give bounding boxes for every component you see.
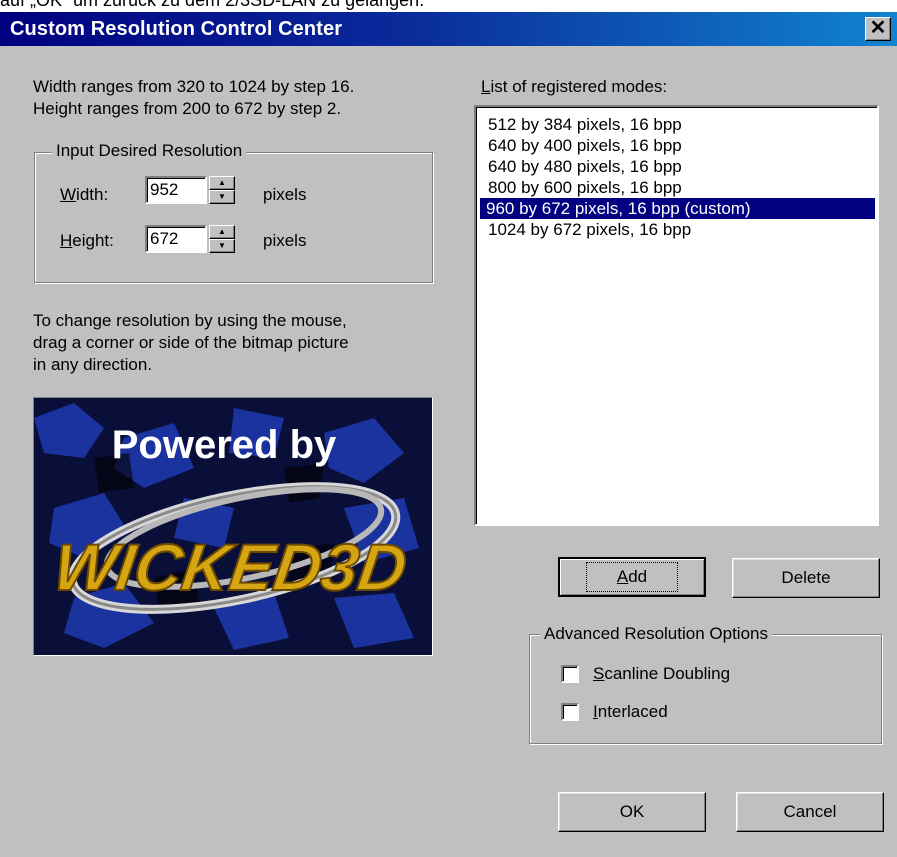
list-item[interactable]: 640 by 400 pixels, 16 bpp (482, 135, 682, 156)
scanline-doubling-checkbox[interactable] (561, 665, 579, 683)
interlaced-checkbox[interactable] (561, 703, 579, 721)
height-decrement-button[interactable]: ▼ (209, 239, 235, 253)
wicked3d-logo-image: Powered by WICKED3D (34, 398, 432, 655)
resolution-bitmap-picture[interactable]: Powered by WICKED3D (33, 397, 433, 656)
powered-by-text: Powered by (112, 423, 337, 467)
width-input[interactable]: 952 (145, 176, 207, 204)
window-title: Custom Resolution Control Center (10, 18, 343, 40)
instruction-line-3: in any direction. (33, 355, 153, 374)
instruction-line-1: To change resolution by using the mouse, (33, 311, 347, 330)
modes-list-label: List of registered modes: (481, 77, 668, 96)
list-item[interactable]: 1024 by 672 pixels, 16 bpp (482, 219, 691, 240)
height-input[interactable]: 672 (145, 225, 207, 253)
scanline-doubling-label[interactable]: Scanline Doubling (593, 664, 730, 684)
up-arrow-icon: ▲ (218, 178, 226, 187)
height-label: Height: (60, 231, 114, 250)
title-bar[interactable]: Custom Resolution Control Center ✕ (0, 12, 897, 46)
close-icon: ✕ (869, 17, 887, 39)
delete-button[interactable]: Delete (732, 558, 880, 598)
cancel-button[interactable]: Cancel (736, 792, 884, 832)
down-arrow-icon: ▼ (218, 192, 226, 201)
list-item[interactable]: 640 by 480 pixels, 16 bpp (482, 156, 682, 177)
advanced-options-group (529, 634, 882, 744)
background-instruction-strip: auf „OK“ um zurück zu dem 2/3SD-LAN zu g… (0, 0, 897, 12)
height-unit-label: pixels (263, 231, 307, 250)
height-range-info: Height ranges from 200 to 672 by step 2. (33, 99, 342, 118)
width-decrement-button[interactable]: ▼ (209, 190, 235, 204)
background-instruction-text: auf „OK“ um zurück zu dem 2/3SD-LAN zu g… (0, 0, 425, 10)
input-resolution-legend: Input Desired Resolution (52, 141, 247, 161)
add-button-label: Add (585, 562, 679, 592)
up-arrow-icon: ▲ (218, 227, 226, 236)
list-item[interactable]: 800 by 600 pixels, 16 bpp (482, 177, 682, 198)
width-label: Width: (60, 185, 109, 204)
instruction-line-2: drag a corner or side of the bitmap pict… (33, 333, 349, 352)
ok-button[interactable]: OK (558, 792, 706, 832)
height-spin-buttons[interactable]: ▲ ▼ (209, 225, 235, 253)
height-increment-button[interactable]: ▲ (209, 225, 235, 239)
interlaced-label[interactable]: Interlaced (593, 702, 668, 722)
add-button[interactable]: Add (558, 557, 706, 597)
input-resolution-group (34, 152, 433, 283)
down-arrow-icon: ▼ (218, 241, 226, 250)
wicked3d-text: WICKED3D (49, 531, 411, 605)
list-item[interactable]: 512 by 384 pixels, 16 bpp (482, 114, 682, 135)
registered-modes-list[interactable]: 512 by 384 pixels, 16 bpp 640 by 400 pix… (474, 105, 879, 526)
width-increment-button[interactable]: ▲ (209, 176, 235, 190)
width-spin-buttons[interactable]: ▲ ▼ (209, 176, 235, 204)
width-range-info: Width ranges from 320 to 1024 by step 16… (33, 77, 355, 96)
advanced-options-legend: Advanced Resolution Options (540, 624, 772, 644)
close-button[interactable]: ✕ (865, 17, 891, 41)
list-item-selected[interactable]: 960 by 672 pixels, 16 bpp (custom) (480, 198, 875, 219)
width-unit-label: pixels (263, 185, 307, 204)
